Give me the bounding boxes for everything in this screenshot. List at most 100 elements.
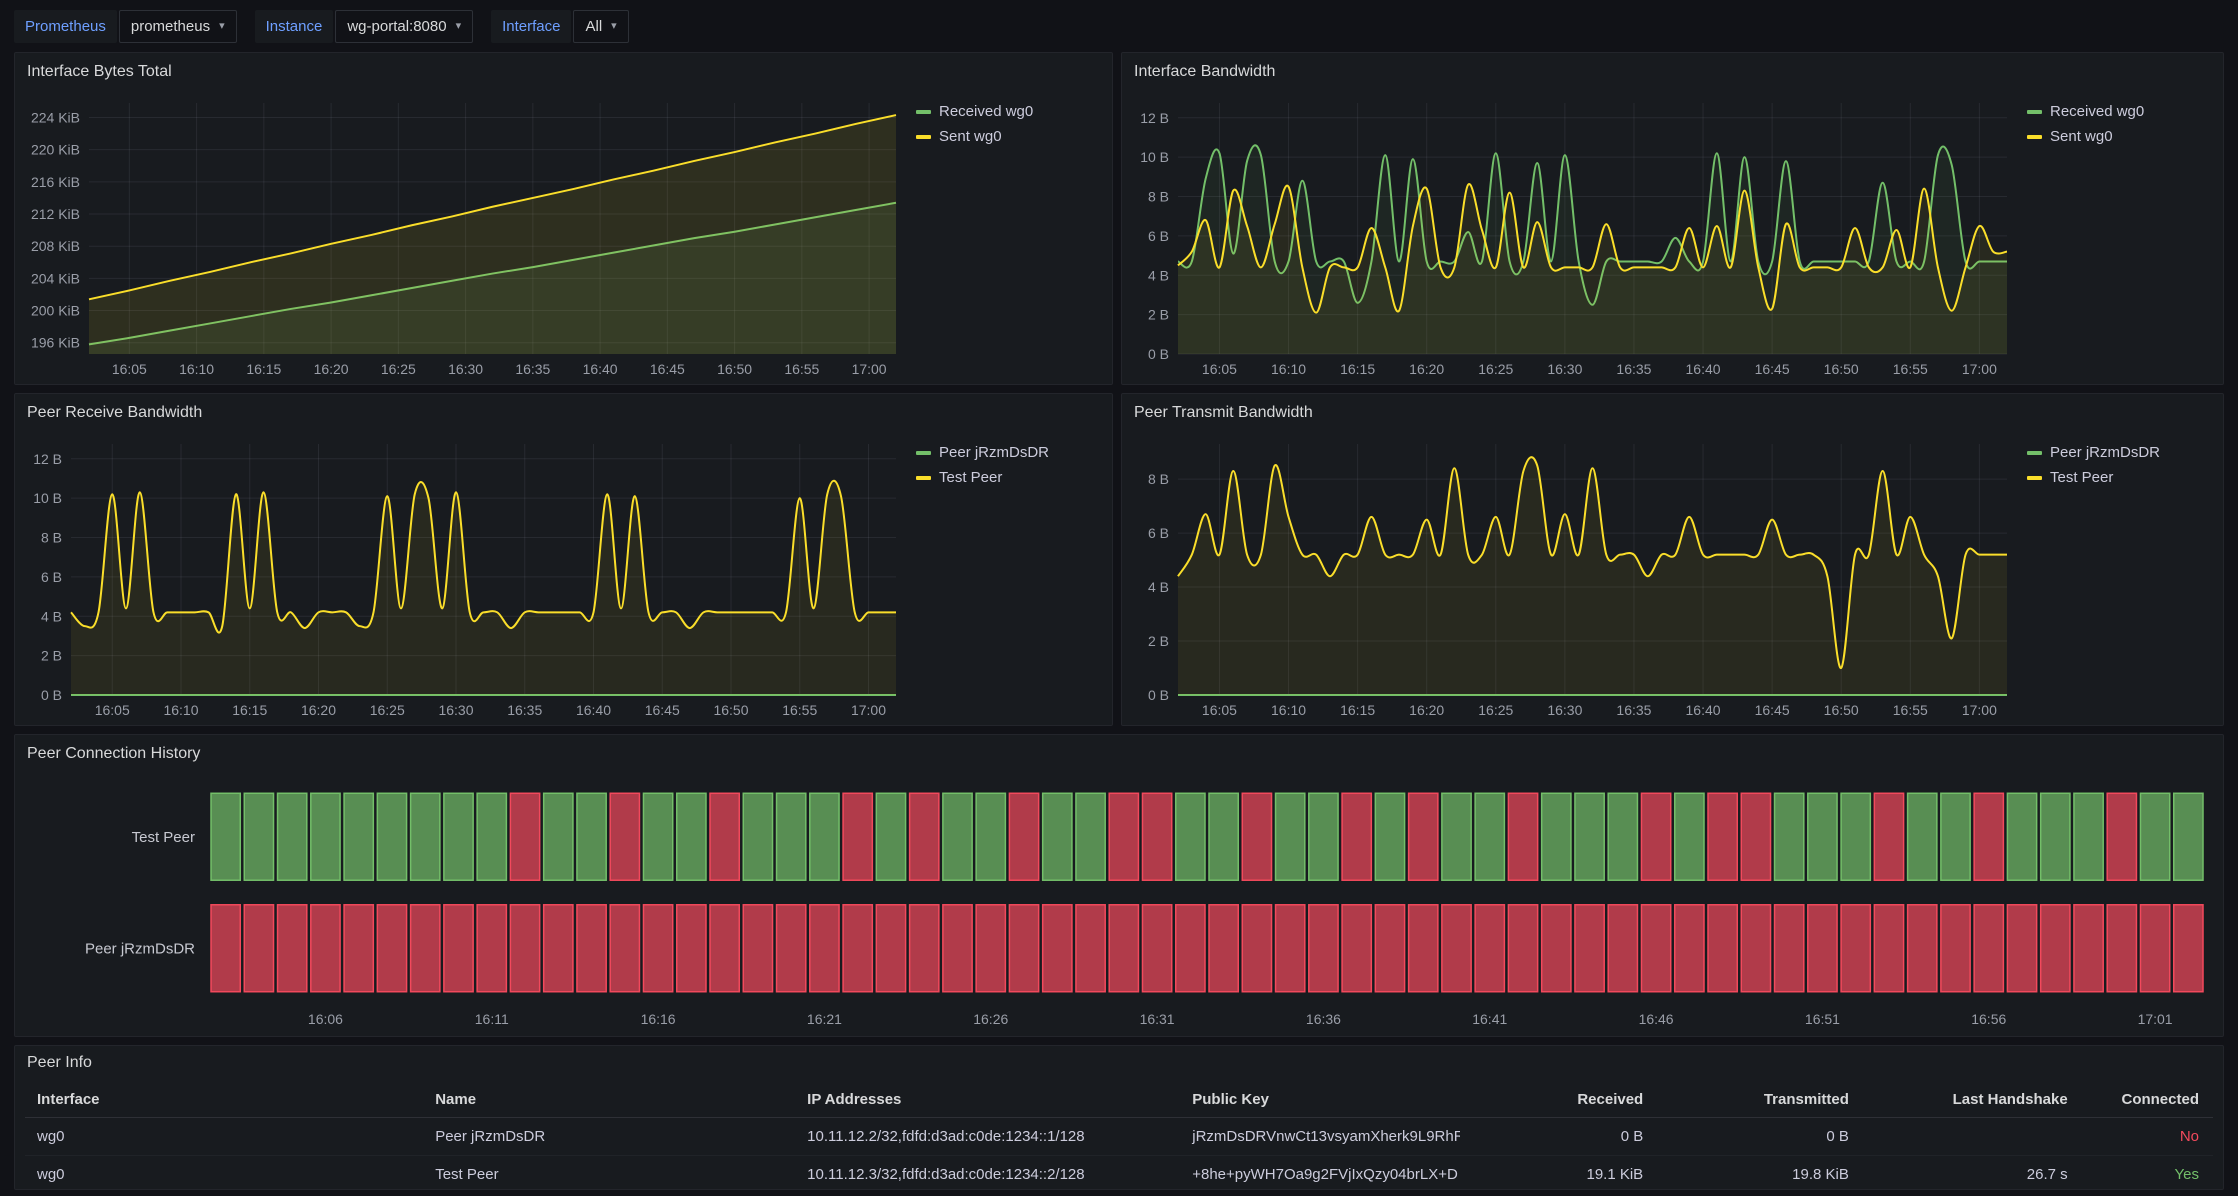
interface-bandwidth-legend: Received wg0 Sent wg0 bbox=[2019, 91, 2219, 380]
status-cell bbox=[1009, 793, 1038, 880]
panel-title[interactable]: Interface Bandwidth bbox=[1122, 53, 2223, 91]
bytes-total-chart-canvas[interactable]: 196 KiB200 KiB204 KiB208 KiB212 KiB216 K… bbox=[19, 91, 908, 380]
panel-interface-bandwidth: Interface Bandwidth 0 B2 B4 B6 B8 B10 B1… bbox=[1121, 52, 2224, 385]
column-header[interactable]: Transmitted bbox=[1657, 1082, 1863, 1118]
svg-text:16:40: 16:40 bbox=[1686, 361, 1721, 377]
column-header[interactable]: Name bbox=[423, 1082, 795, 1118]
table-cell: jRzmDsDRVnwCt13vsyamXherk9L9RhR bbox=[1180, 1118, 1460, 1156]
svg-text:16:41: 16:41 bbox=[1472, 1011, 1507, 1027]
svg-text:2 B: 2 B bbox=[1148, 633, 1169, 649]
column-header[interactable]: Connected bbox=[2082, 1082, 2213, 1118]
status-cell bbox=[1276, 793, 1305, 880]
status-cell bbox=[244, 793, 273, 880]
status-cell bbox=[1076, 793, 1105, 880]
var-interface-selected-value: All bbox=[585, 18, 602, 35]
legend-item[interactable]: Sent wg0 bbox=[2027, 128, 2213, 145]
status-cell bbox=[910, 793, 939, 880]
legend-item[interactable]: Peer jRzmDsDR bbox=[916, 444, 1102, 461]
status-cell bbox=[1874, 793, 1903, 880]
svg-text:16:45: 16:45 bbox=[1755, 361, 1790, 377]
svg-text:220 KiB: 220 KiB bbox=[31, 142, 80, 158]
svg-text:16:06: 16:06 bbox=[308, 1011, 343, 1027]
svg-text:16:25: 16:25 bbox=[1478, 361, 1513, 377]
status-cell bbox=[1775, 905, 1804, 992]
svg-text:16:20: 16:20 bbox=[301, 702, 336, 718]
svg-text:Test Peer: Test Peer bbox=[132, 829, 195, 846]
series-color-marker bbox=[916, 476, 931, 480]
column-header[interactable]: Received bbox=[1460, 1082, 1657, 1118]
panel-title[interactable]: Peer Receive Bandwidth bbox=[15, 394, 1112, 432]
status-cell bbox=[1708, 905, 1737, 992]
var-instance-select[interactable]: wg-portal:8080 ▾ bbox=[335, 10, 473, 43]
peer-transmit-chart-canvas[interactable]: 0 B2 B4 B6 B8 B16:0516:1016:1516:2016:25… bbox=[1126, 432, 2019, 721]
legend-item[interactable]: Test Peer bbox=[916, 469, 1102, 486]
svg-text:10 B: 10 B bbox=[1140, 149, 1169, 165]
svg-text:16:55: 16:55 bbox=[782, 702, 817, 718]
svg-text:208 KiB: 208 KiB bbox=[31, 238, 80, 254]
svg-text:0 B: 0 B bbox=[1148, 346, 1169, 362]
panel-title[interactable]: Peer Info bbox=[15, 1046, 2223, 1080]
status-cell bbox=[444, 793, 473, 880]
status-cell bbox=[1342, 793, 1371, 880]
status-cell bbox=[2074, 905, 2103, 992]
svg-text:16:35: 16:35 bbox=[515, 361, 550, 377]
var-interface-select[interactable]: All ▾ bbox=[573, 10, 628, 43]
var-instance-label: Instance bbox=[255, 10, 334, 43]
svg-text:16:25: 16:25 bbox=[381, 361, 416, 377]
status-cell bbox=[1808, 793, 1837, 880]
panel-title[interactable]: Interface Bytes Total bbox=[15, 53, 1112, 91]
status-cell bbox=[810, 793, 839, 880]
svg-text:17:01: 17:01 bbox=[2138, 1011, 2173, 1027]
status-cell bbox=[1309, 905, 1338, 992]
panel-title[interactable]: Peer Transmit Bandwidth bbox=[1122, 394, 2223, 432]
var-prometheus-select[interactable]: prometheus ▾ bbox=[119, 10, 237, 43]
table-cell: 10.11.12.2/32,fdfd:d3ad:c0de:1234::1/128 bbox=[795, 1118, 1180, 1156]
status-cell bbox=[1542, 793, 1571, 880]
legend-label: Peer jRzmDsDR bbox=[2050, 444, 2160, 461]
column-header[interactable]: Public Key bbox=[1180, 1082, 1460, 1118]
column-header[interactable]: Last Handshake bbox=[1863, 1082, 2082, 1118]
status-cell bbox=[1508, 905, 1537, 992]
status-cell bbox=[777, 793, 806, 880]
svg-text:16:15: 16:15 bbox=[232, 702, 267, 718]
connection-history-canvas[interactable]: Test PeerPeer jRzmDsDR16:0616:1116:1616:… bbox=[19, 773, 2219, 1032]
column-header[interactable]: Interface bbox=[25, 1082, 423, 1118]
status-cell bbox=[1109, 793, 1138, 880]
status-cell bbox=[1043, 793, 1072, 880]
legend-label: Test Peer bbox=[939, 469, 1002, 486]
svg-text:0 B: 0 B bbox=[41, 687, 62, 703]
svg-text:17:00: 17:00 bbox=[851, 702, 886, 718]
svg-text:16:05: 16:05 bbox=[1202, 702, 1237, 718]
svg-text:216 KiB: 216 KiB bbox=[31, 174, 80, 190]
status-cell bbox=[1176, 905, 1205, 992]
svg-text:16:45: 16:45 bbox=[650, 361, 685, 377]
var-group-interface: Interface All ▾ bbox=[491, 10, 629, 43]
status-cell bbox=[943, 793, 972, 880]
legend-item[interactable]: Received wg0 bbox=[2027, 103, 2213, 120]
peer-table: InterfaceNameIP AddressesPublic KeyRecei… bbox=[25, 1082, 2213, 1185]
interface-bandwidth-chart-canvas[interactable]: 0 B2 B4 B6 B8 B10 B12 B16:0516:1016:1516… bbox=[1126, 91, 2019, 380]
svg-text:6 B: 6 B bbox=[1148, 228, 1169, 244]
panel-title[interactable]: Peer Connection History bbox=[15, 735, 2223, 773]
column-header[interactable]: IP Addresses bbox=[795, 1082, 1180, 1118]
table-cell: Peer jRzmDsDR bbox=[423, 1118, 795, 1156]
legend-item[interactable]: Received wg0 bbox=[916, 103, 1102, 120]
peer-receive-chart-canvas[interactable]: 0 B2 B4 B6 B8 B10 B12 B16:0516:1016:1516… bbox=[19, 432, 908, 721]
status-cell bbox=[510, 905, 539, 992]
legend-item[interactable]: Sent wg0 bbox=[916, 128, 1102, 145]
status-cell bbox=[610, 793, 639, 880]
table-cell bbox=[1863, 1118, 2082, 1156]
var-group-instance: Instance wg-portal:8080 ▾ bbox=[255, 10, 473, 43]
svg-text:17:00: 17:00 bbox=[1962, 702, 1997, 718]
svg-text:16:26: 16:26 bbox=[973, 1011, 1008, 1027]
panel-peer-transmit-bandwidth: Peer Transmit Bandwidth 0 B2 B4 B6 B8 B1… bbox=[1121, 393, 2224, 726]
legend-item[interactable]: Test Peer bbox=[2027, 469, 2213, 486]
legend-item[interactable]: Peer jRzmDsDR bbox=[2027, 444, 2213, 461]
status-cell bbox=[1874, 905, 1903, 992]
status-cell bbox=[1808, 905, 1837, 992]
panel-peer-connection-history: Peer Connection History Test PeerPeer jR… bbox=[14, 734, 2224, 1037]
status-cell bbox=[1575, 793, 1604, 880]
status-cell bbox=[1176, 793, 1205, 880]
svg-text:16:10: 16:10 bbox=[163, 702, 198, 718]
status-cell bbox=[211, 793, 240, 880]
